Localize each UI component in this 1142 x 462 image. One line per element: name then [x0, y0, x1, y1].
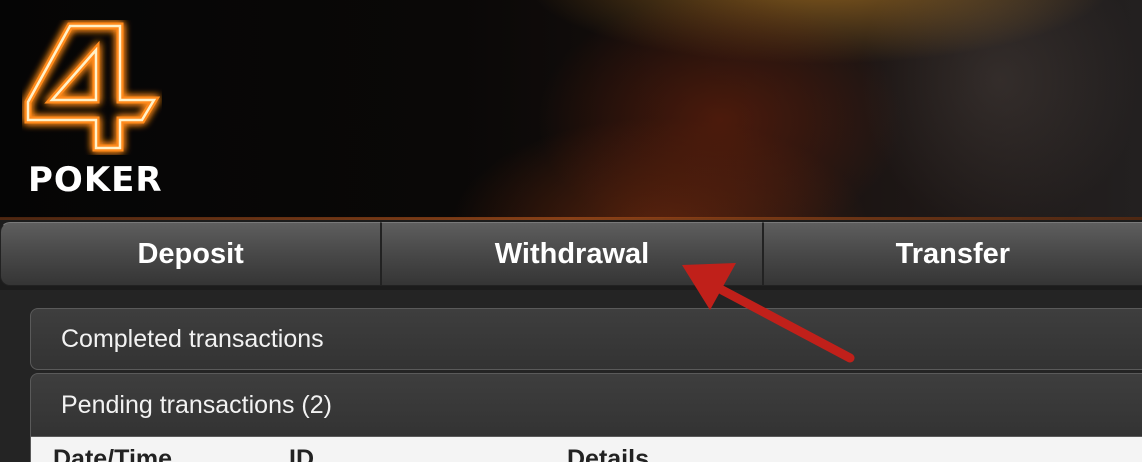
header-banner [0, 0, 1142, 218]
pending-transactions-toggle[interactable]: Pending transactions (2) [30, 373, 1142, 437]
tab-deposit[interactable]: Deposit [0, 222, 382, 286]
column-header-id: ID [289, 445, 314, 462]
cashier-tabs: Deposit Withdrawal Transfer [0, 222, 1142, 288]
logo-four-icon [24, 22, 161, 152]
logo-word: POKER [28, 160, 163, 200]
pending-table-header: Date/Time ID Details [30, 437, 1142, 462]
column-header-datetime: Date/Time [53, 445, 173, 462]
transactions-panel: Completed transactions Pending transacti… [0, 290, 1142, 462]
column-header-details: Details [567, 445, 649, 462]
brand-logo[interactable]: POKER [22, 20, 162, 200]
pending-transactions-label: Pending transactions (2) [61, 390, 332, 419]
tab-transfer[interactable]: Transfer [762, 222, 1142, 286]
header-divider [0, 217, 1142, 220]
completed-transactions-label: Completed transactions [61, 324, 324, 353]
tab-withdrawal[interactable]: Withdrawal [381, 222, 763, 286]
completed-transactions-toggle[interactable]: Completed transactions [30, 308, 1142, 370]
